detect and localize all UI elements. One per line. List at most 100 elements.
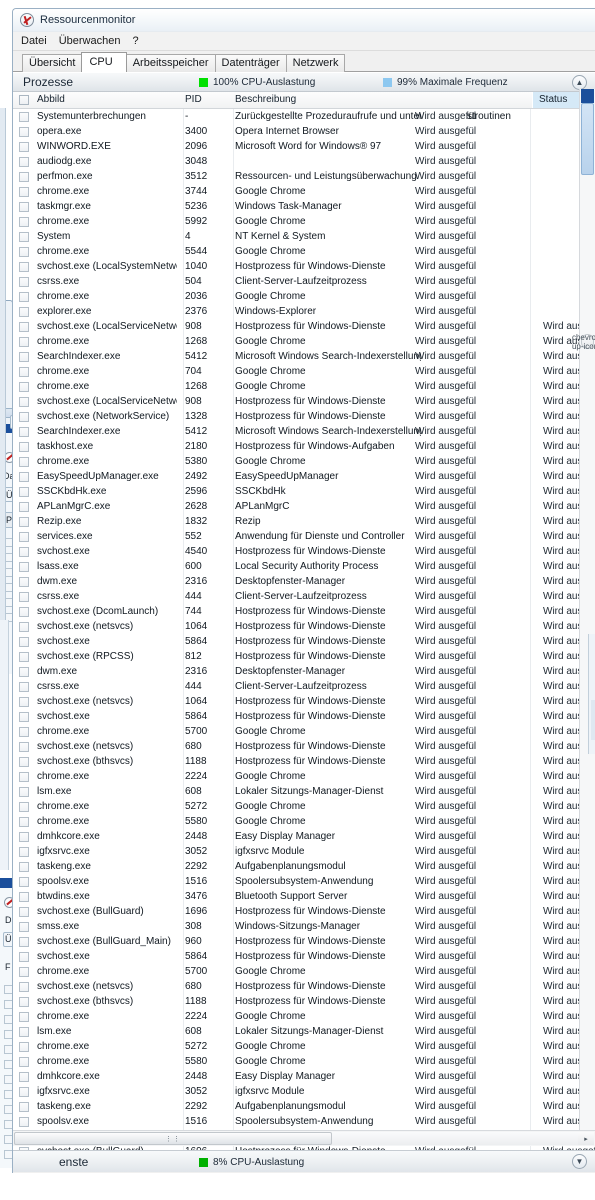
row-checkbox[interactable] [19,892,29,902]
row-checkbox[interactable] [19,712,29,722]
row-checkbox[interactable] [19,967,29,977]
row-checkbox[interactable] [19,442,29,452]
table-row[interactable]: SSCKbdHk.exe 2596 SSCKbdHk Wird ausgefül Wir… [13,484,595,499]
row-checkbox[interactable] [19,802,29,812]
table-row[interactable]: chrome.exe 5580 Google Chrome Wird ausgefül… [13,814,595,829]
table-row[interactable]: svchost.exe (netsvcs) 1064 Hostprozess für… [13,694,595,709]
row-checkbox[interactable] [19,172,29,182]
row-checkbox[interactable] [19,1057,29,1067]
table-row[interactable]: chrome.exe 5380 Google Chrome Wird ausgefül… [13,454,595,469]
table-row[interactable]: taskmgr.exe 5236 Windows Task-Manager Wird … [13,199,595,214]
table-row[interactable]: svchost.exe (netsvcs) 1064 Hostprozess für… [13,619,595,634]
process-list[interactable]: Systemunterbrechungen - Zurückgestellte Pr… [13,109,595,1153]
row-checkbox[interactable] [19,907,29,917]
row-checkbox[interactable] [19,157,29,167]
table-row[interactable]: svchost.exe (bthsvcs) 1188 Hostprozess für… [13,754,595,769]
table-row[interactable]: svchost.exe (RPCSS) 812 Hostprozess für Wi… [13,649,595,664]
row-checkbox[interactable] [19,472,29,482]
table-row[interactable]: SearchIndexer.exe 5412 Microsoft Windows S… [13,349,595,364]
table-row[interactable]: svchost.exe (BullGuard_Main) 960 Hostproze… [13,934,595,949]
table-row[interactable]: svchost.exe (LocalSystemNetwork... 1040 Ho… [13,259,595,274]
table-row[interactable]: chrome.exe 5272 Google Chrome Wird ausgefül… [13,1039,595,1054]
row-checkbox[interactable] [19,877,29,887]
table-row[interactable]: svchost.exe (netsvcs) 680 Hostprozess für … [13,979,595,994]
row-checkbox[interactable] [19,952,29,962]
table-row[interactable]: spoolsv.exe 1516 Spoolersubsystem-Anwendun… [13,874,595,889]
table-row[interactable]: explorer.exe 2376 Windows-Explorer Wird aus… [13,304,595,319]
table-row[interactable]: smss.exe 308 Windows-Sitzungs-Manager Wird … [13,919,595,934]
table-row[interactable]: chrome.exe 5700 Google Chrome Wird ausgefül… [13,724,595,739]
chevron-down-icon[interactable]: ▼ [572,1154,587,1169]
table-row[interactable]: chrome.exe 1268 Google Chrome Wird ausgefül… [13,334,595,349]
menu-help[interactable]: ? [132,34,145,48]
table-row[interactable]: APLanMgrC.exe 2628 APLanMgrC Wird ausgefül W… [13,499,595,514]
row-checkbox[interactable] [19,232,29,242]
table-row[interactable]: audiodg.exe 3048 Wird ausgefül [13,154,595,169]
row-checkbox[interactable] [19,277,29,287]
tab-netzwerk[interactable]: Netzwerk [285,54,346,72]
row-checkbox[interactable] [19,502,29,512]
table-row[interactable]: svchost.exe (BullGuard) 1696 Hostprozess f… [13,904,595,919]
table-row[interactable]: spoolsv.exe 1516 Spoolersubsystem-Anwendun… [13,1114,595,1129]
table-row[interactable]: svchost.exe 5864 Hostprozess für Windows-D… [13,634,595,649]
table-row[interactable]: dmhkcore.exe 2448 Easy Display Manager Wird… [13,1069,595,1084]
row-checkbox[interactable] [19,142,29,152]
menu-datei[interactable]: Datei [21,34,54,48]
row-checkbox[interactable] [19,637,29,647]
row-checkbox[interactable] [19,397,29,407]
row-checkbox[interactable] [19,922,29,932]
row-checkbox[interactable] [19,1012,29,1022]
row-checkbox[interactable] [19,577,29,587]
table-row[interactable]: svchost.exe (netsvcs) 680 Hostprozess für … [13,739,595,754]
row-checkbox[interactable] [19,832,29,842]
row-checkbox[interactable] [19,562,29,572]
table-row[interactable]: lsm.exe 608 Lokaler Sitzungs-Manager-Diens… [13,784,595,799]
row-checkbox[interactable] [19,427,29,437]
row-checkbox[interactable] [19,1042,29,1052]
row-checkbox[interactable] [19,532,29,542]
row-checkbox[interactable] [19,757,29,767]
table-row[interactable]: chrome.exe 2224 Google Chrome Wird ausgefül… [13,1009,595,1024]
row-checkbox[interactable] [19,457,29,467]
row-checkbox[interactable] [19,247,29,257]
table-row[interactable]: chrome.exe 3744 Google Chrome Wird ausgefül [13,184,595,199]
table-row[interactable]: svchost.exe (LocalServiceNetwork... 908 Ho… [13,319,595,334]
row-checkbox[interactable] [19,547,29,557]
table-row[interactable]: igfxsrvc.exe 3052 igfxsrvc Module Wird ausg… [13,1084,595,1099]
table-row[interactable]: igfxsrvc.exe 3052 igfxsrvc Module Wird ausg… [13,844,595,859]
table-row[interactable]: svchost.exe 5864 Hostprozess für Windows-D… [13,709,595,724]
row-checkbox[interactable] [19,352,29,362]
row-checkbox[interactable] [19,697,29,707]
table-row[interactable]: dmhkcore.exe 2448 Easy Display Manager Wird… [13,829,595,844]
table-row[interactable]: svchost.exe 5864 Hostprozess für Windows-D… [13,949,595,964]
table-row[interactable]: dwm.exe 2316 Desktopfenster-Manager Wird au… [13,664,595,679]
table-row[interactable]: chrome.exe 2224 Google Chrome Wird ausgefül… [13,769,595,784]
table-row[interactable]: csrss.exe 444 Client-Server-Laufzeitprozes… [13,589,595,604]
hscroll-thumb[interactable]: ⋮⋮ [14,1132,332,1145]
table-row[interactable]: Systemunterbrechungen - Zurückgestellte Pr… [13,109,595,124]
tab-arbeitsspeicher[interactable]: Arbeitsspeicher [125,54,216,72]
row-checkbox[interactable] [19,307,29,317]
row-checkbox[interactable] [19,997,29,1007]
hscroll-right-arrow-icon[interactable]: ▸ [578,1132,594,1145]
row-checkbox[interactable] [19,817,29,827]
row-checkbox[interactable] [19,1072,29,1082]
tab-uebersicht[interactable]: Übersicht [22,54,83,72]
column-header-description[interactable]: Beschreibung [235,92,415,108]
row-checkbox[interactable] [19,337,29,347]
row-checkbox[interactable] [19,847,29,857]
row-checkbox[interactable] [19,1087,29,1097]
processes-panel-header[interactable]: Prozesse 100% CPU-Auslastung 99% Maximal… [13,72,595,92]
vscroll-thumb[interactable] [581,103,594,175]
table-row[interactable]: chrome.exe 5992 Google Chrome Wird ausgefül [13,214,595,229]
table-row[interactable]: taskeng.exe 2292 Aufgabenplanungsmodul Wird… [13,859,595,874]
table-row[interactable]: svchost.exe (LocalServiceNetwork... 908 Ho… [13,394,595,409]
table-row[interactable]: dwm.exe 2316 Desktopfenster-Manager Wird au… [13,574,595,589]
row-checkbox[interactable] [19,202,29,212]
table-row[interactable]: chrome.exe 1268 Google Chrome Wird ausgefül… [13,379,595,394]
row-checkbox[interactable] [19,1102,29,1112]
row-checkbox[interactable] [19,292,29,302]
table-row[interactable]: svchost.exe (NetworkService) 1328 Hostproz… [13,409,595,424]
table-row[interactable]: Rezip.exe1832RezipWird ausgefülWird ausg… [13,514,595,529]
table-row[interactable]: opera.exe 3400 Opera Internet Browser Wird … [13,124,595,139]
